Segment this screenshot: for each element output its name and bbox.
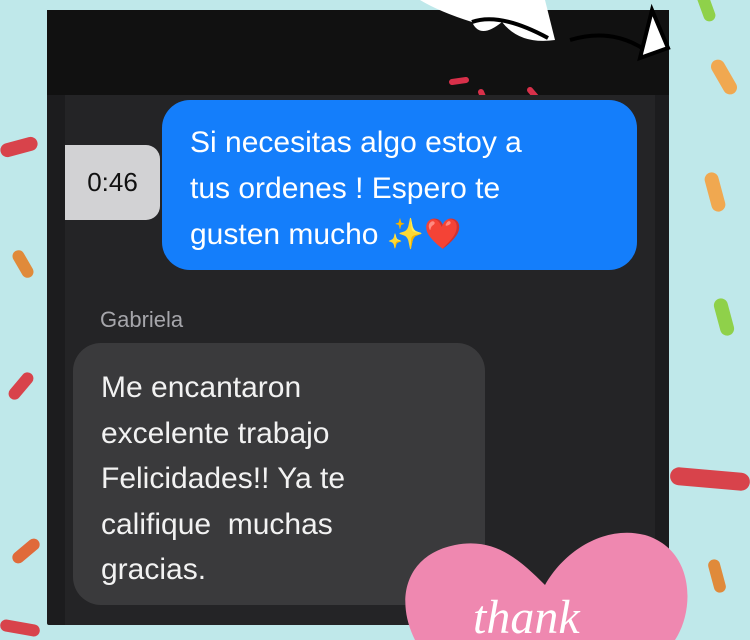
timestamp: 0:46 — [65, 145, 160, 220]
message-line: Felicidades!! Ya te — [101, 462, 346, 495]
message-line: Si necesitas algo estoy a — [190, 126, 522, 159]
heart-sticker-icon: thank — [405, 532, 688, 640]
message-line: tus ordenes ! Espero te — [190, 172, 501, 205]
sent-message-bubble[interactable]: Si necesitas algo estoy a tus ordenes ! … — [162, 100, 637, 270]
sender-name: Gabriela — [100, 307, 184, 332]
message-line: Me encantaron — [101, 371, 302, 404]
message-line: excelente trabajo — [101, 416, 330, 450]
message-line: gusten mucho ✨❤️ — [190, 218, 462, 251]
arrow-sticker-icon — [420, 0, 671, 95]
heart-sticker-text: thank — [473, 591, 581, 640]
